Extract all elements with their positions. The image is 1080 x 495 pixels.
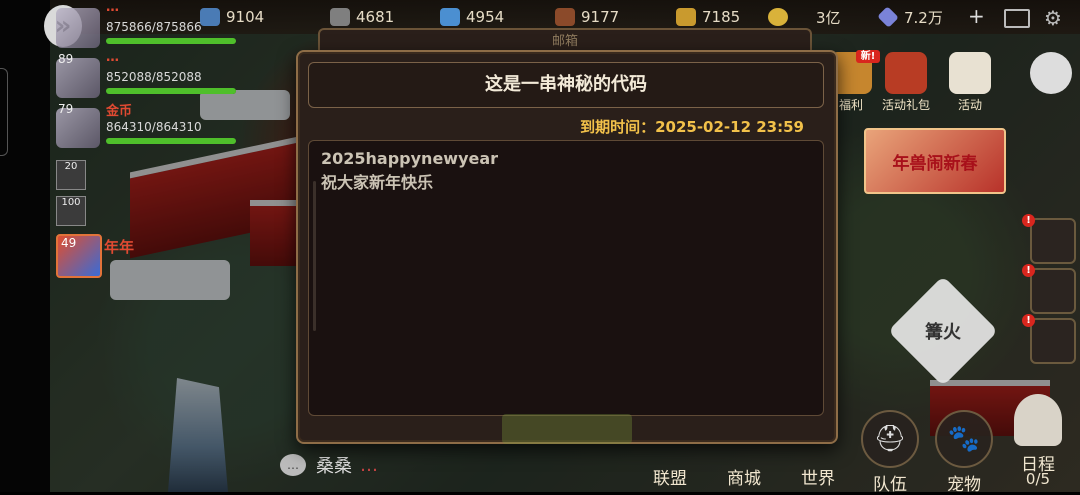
diamond-icon xyxy=(877,6,899,28)
side-chicken-icon[interactable] xyxy=(1030,318,1076,364)
claim-button[interactable] xyxy=(502,414,632,444)
resource-wood[interactable]: 9177 xyxy=(555,6,619,28)
alert-badge: ! xyxy=(1022,214,1035,227)
wood-icon xyxy=(555,8,575,26)
bonfire-label: 篝火 xyxy=(925,322,961,343)
resource-diamond[interactable]: 7.2万 xyxy=(877,6,943,28)
hp-bar xyxy=(106,88,236,94)
gift-pack-button[interactable]: 活动礼包 xyxy=(878,52,934,113)
party-slot[interactable]: 100 xyxy=(56,196,86,226)
alert-badge: ! xyxy=(1022,314,1035,327)
mail-body[interactable]: 2025happynewyear 祝大家新年快乐 xyxy=(308,140,824,416)
helmet-icon: ⛑ xyxy=(861,410,919,468)
resource-coin[interactable]: 3亿 xyxy=(768,6,841,28)
mail-body-line: 祝大家新年快乐 xyxy=(321,173,434,192)
device-edge xyxy=(0,0,50,492)
new-badge: 新! xyxy=(856,50,880,63)
mail-title: 这是一串神秘的代码 xyxy=(308,62,824,108)
schedule-button[interactable]: 日程 0/5 xyxy=(1000,394,1076,492)
stone-icon xyxy=(330,8,350,26)
side-egg-icon[interactable] xyxy=(1030,268,1076,314)
crystal-icon xyxy=(440,8,460,26)
pet-portrait[interactable]: 49 xyxy=(56,234,102,278)
pet-name: 年年 xyxy=(104,238,135,256)
wheat-icon xyxy=(676,8,696,26)
party-member[interactable]: … 875866/875866 xyxy=(54,0,236,48)
resource-ore[interactable]: 9104 xyxy=(200,6,264,28)
coin-icon xyxy=(768,8,788,26)
avatar xyxy=(1030,52,1072,94)
expire-time: 到期时间：2025-02-12 23:59 xyxy=(580,118,804,136)
party-member[interactable]: 79 金币 864310/864310 xyxy=(54,100,236,148)
resource-wheat[interactable]: 7185 xyxy=(676,6,740,28)
mail-detail-dialog: 这是一串神秘的代码 到期时间：2025-02-12 23:59 2025happ… xyxy=(296,50,838,444)
avatar-button[interactable] xyxy=(1028,52,1074,96)
chat-bubble-icon: … xyxy=(280,454,306,476)
hp-fill xyxy=(106,38,236,44)
activity-button[interactable]: 活动 xyxy=(942,52,998,113)
paw-icon: 🐾 xyxy=(935,410,993,468)
schedule-avatar-icon xyxy=(1014,394,1062,446)
calendar-icon xyxy=(949,52,991,94)
member-avatar xyxy=(56,8,100,48)
alert-badge: ! xyxy=(1022,264,1035,277)
device-notch xyxy=(0,68,8,156)
hp-bar xyxy=(106,138,236,144)
gift-pack-icon xyxy=(885,52,927,94)
mail-body-line: 2025happynewyear xyxy=(321,149,499,168)
party-slot[interactable]: 20 xyxy=(56,160,86,190)
side-chest-icon[interactable] xyxy=(1030,218,1076,264)
scrollbar[interactable] xyxy=(313,181,316,331)
resource-stone[interactable]: 4681 xyxy=(330,6,394,28)
hp-bar xyxy=(106,38,236,44)
new-year-event-banner[interactable]: 年兽闹新春 xyxy=(864,128,1006,194)
hp-fill xyxy=(106,138,236,144)
chat-bar[interactable]: … 桑桑… xyxy=(280,452,378,478)
hp-fill xyxy=(106,88,236,94)
resource-crystal[interactable]: 4954 xyxy=(440,6,504,28)
add-diamond-button[interactable]: + xyxy=(968,6,985,26)
nav-pet[interactable]: 🐾 宠物 xyxy=(934,410,994,495)
mail-icon[interactable] xyxy=(1004,9,1030,28)
nav-team[interactable]: ⛑ 队伍 xyxy=(860,410,920,495)
party-member[interactable]: 89 … 852088/852088 xyxy=(54,50,236,98)
gear-icon[interactable]: ⚙ xyxy=(1044,6,1062,30)
